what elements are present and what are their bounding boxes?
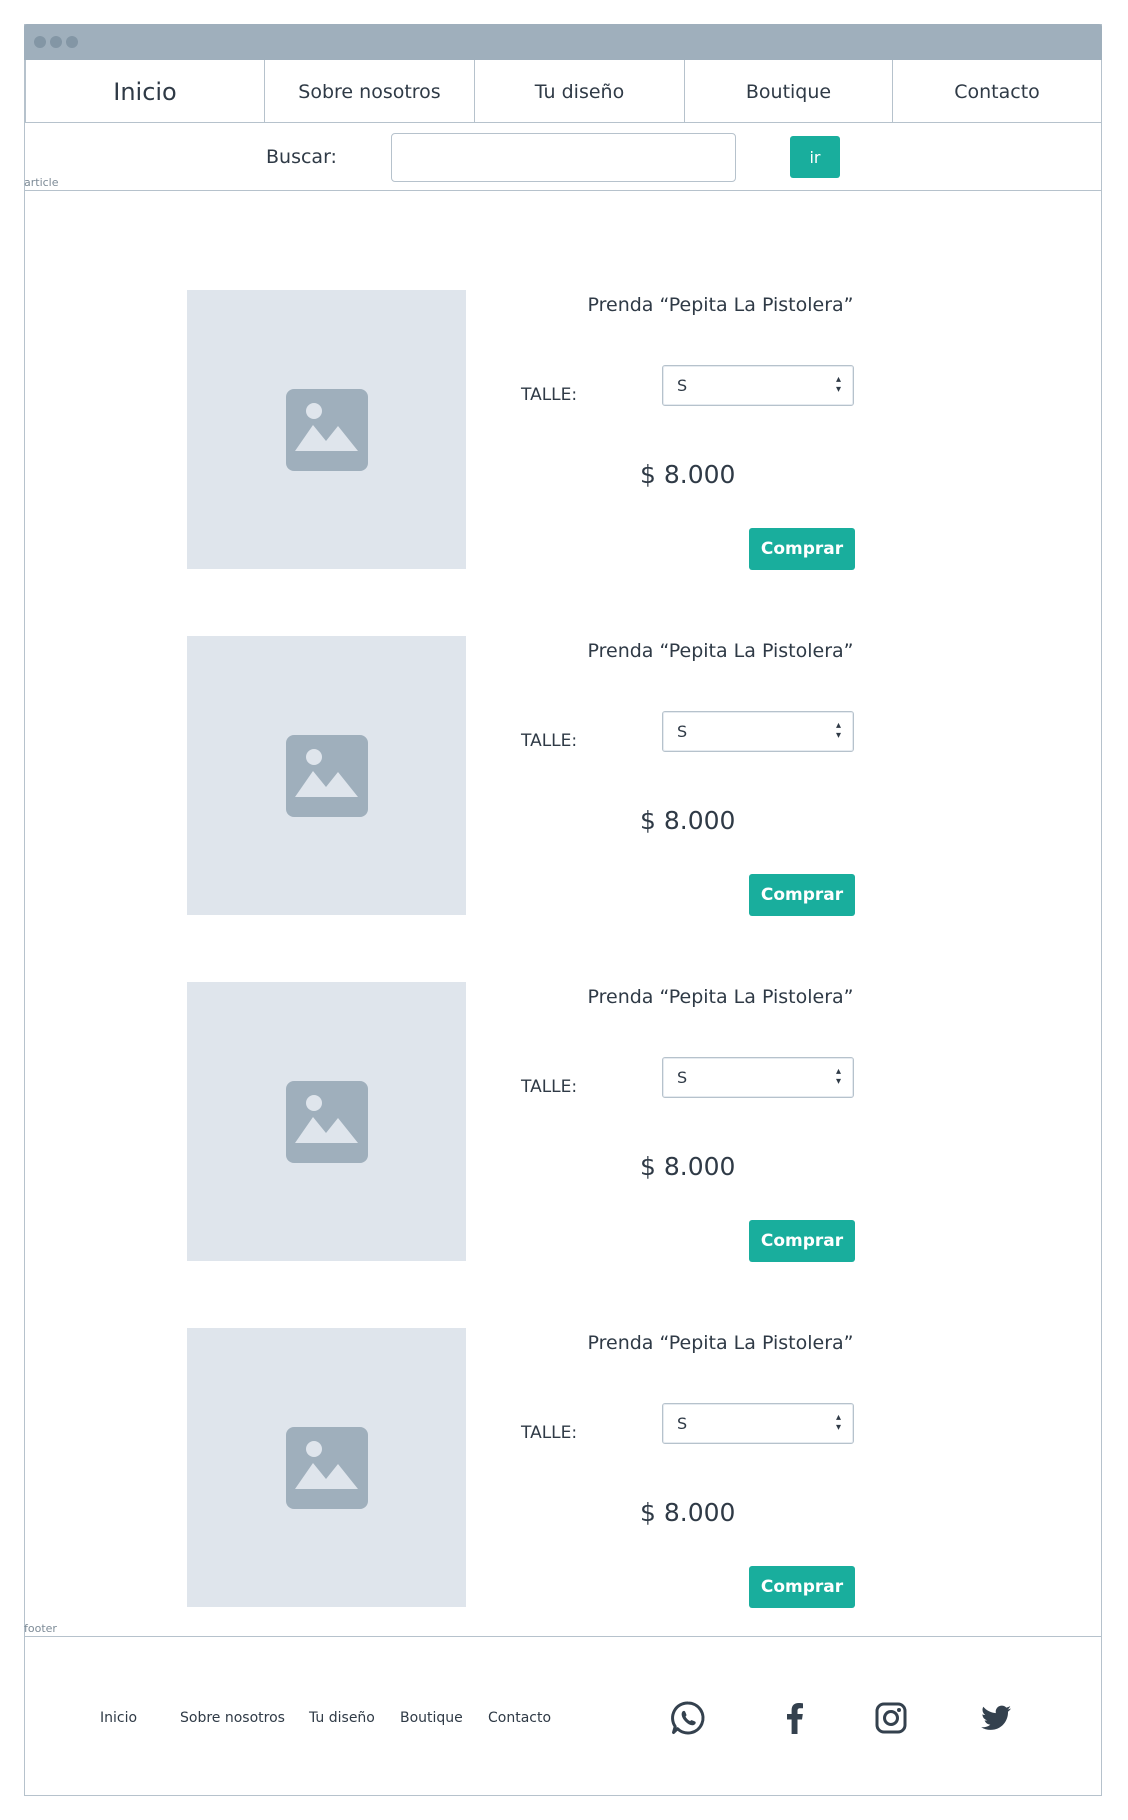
product-image xyxy=(187,636,466,915)
size-select-value: S xyxy=(677,722,688,741)
size-label: TALLE: xyxy=(521,1077,578,1097)
divider xyxy=(24,1636,1102,1637)
product-title: Prenda “Pepita La Pistolera” xyxy=(587,294,854,316)
window-dot-icon xyxy=(34,36,46,48)
whatsapp-icon[interactable] xyxy=(670,1700,706,1736)
size-select[interactable]: S ▴ ▾ xyxy=(662,1403,854,1444)
size-label: TALLE: xyxy=(521,731,578,751)
product-price: $ 8.000 xyxy=(640,806,736,835)
main-nav: Inicio Sobre nosotros Tu diseño Boutique… xyxy=(25,60,1101,123)
search-bar: Buscar: ir xyxy=(25,124,1101,190)
product-card: Prenda “Pepita La Pistolera” TALLE: S ▴ ▾… xyxy=(25,1328,1101,1608)
product-card: Prenda “Pepita La Pistolera” TALLE: S ▴ ▾… xyxy=(25,982,1101,1262)
image-placeholder-icon xyxy=(285,1426,368,1509)
footer-link-sobre-nosotros[interactable]: Sobre nosotros xyxy=(180,1710,285,1726)
product-card: Prenda “Pepita La Pistolera” TALLE: S ▴ ▾… xyxy=(25,290,1101,570)
search-label: Buscar: xyxy=(266,146,337,168)
image-placeholder-icon xyxy=(285,734,368,817)
product-price: $ 8.000 xyxy=(640,1152,736,1181)
instagram-icon[interactable] xyxy=(873,1700,909,1736)
nav-item-inicio[interactable]: Inicio xyxy=(25,60,265,123)
window-dot-icon xyxy=(50,36,62,48)
select-arrows-icon: ▴ ▾ xyxy=(835,720,841,741)
buy-button[interactable]: Comprar xyxy=(749,1566,855,1608)
footer-section-label: footer xyxy=(24,1622,57,1635)
nav-item-contacto[interactable]: Contacto xyxy=(893,60,1101,123)
size-select-value: S xyxy=(677,1414,688,1433)
size-select-value: S xyxy=(677,376,688,395)
nav-item-sobre-nosotros[interactable]: Sobre nosotros xyxy=(265,60,475,123)
product-image xyxy=(187,982,466,1261)
product-price: $ 8.000 xyxy=(640,1498,736,1527)
product-title: Prenda “Pepita La Pistolera” xyxy=(587,1332,854,1354)
footer-link-tu-diseno[interactable]: Tu diseño xyxy=(309,1710,375,1726)
size-select-value: S xyxy=(677,1068,688,1087)
search-go-button[interactable]: ir xyxy=(790,136,840,178)
image-placeholder-icon xyxy=(285,1080,368,1163)
buy-button[interactable]: Comprar xyxy=(749,1220,855,1262)
size-select[interactable]: S ▴ ▾ xyxy=(662,711,854,752)
select-arrows-icon: ▴ ▾ xyxy=(835,1412,841,1433)
size-select[interactable]: S ▴ ▾ xyxy=(662,365,854,406)
size-label: TALLE: xyxy=(521,1423,578,1443)
select-arrows-icon: ▴ ▾ xyxy=(835,1066,841,1087)
product-image xyxy=(187,290,466,569)
product-title: Prenda “Pepita La Pistolera” xyxy=(587,640,854,662)
nav-item-boutique[interactable]: Boutique xyxy=(685,60,893,123)
buy-button[interactable]: Comprar xyxy=(749,528,855,570)
size-select[interactable]: S ▴ ▾ xyxy=(662,1057,854,1098)
divider xyxy=(24,190,1102,191)
select-arrows-icon: ▴ ▾ xyxy=(835,374,841,395)
search-input[interactable] xyxy=(391,133,736,182)
buy-button[interactable]: Comprar xyxy=(749,874,855,916)
product-image xyxy=(187,1328,466,1607)
product-card: Prenda “Pepita La Pistolera” TALLE: S ▴ ▾… xyxy=(25,636,1101,916)
nav-item-tu-diseno[interactable]: Tu diseño xyxy=(475,60,685,123)
footer-link-contacto[interactable]: Contacto xyxy=(488,1710,551,1726)
window-dot-icon xyxy=(66,36,78,48)
footer-link-boutique[interactable]: Boutique xyxy=(400,1710,463,1726)
footer: Inicio Sobre nosotros Tu diseño Boutique… xyxy=(25,1640,1101,1795)
product-title: Prenda “Pepita La Pistolera” xyxy=(587,986,854,1008)
twitter-icon[interactable] xyxy=(978,1700,1014,1736)
product-price: $ 8.000 xyxy=(640,460,736,489)
window-titlebar xyxy=(24,24,1102,60)
image-placeholder-icon xyxy=(285,388,368,471)
article-section-label: article xyxy=(24,176,59,189)
facebook-icon[interactable] xyxy=(777,1700,813,1736)
footer-link-inicio[interactable]: Inicio xyxy=(100,1710,137,1726)
size-label: TALLE: xyxy=(521,385,578,405)
